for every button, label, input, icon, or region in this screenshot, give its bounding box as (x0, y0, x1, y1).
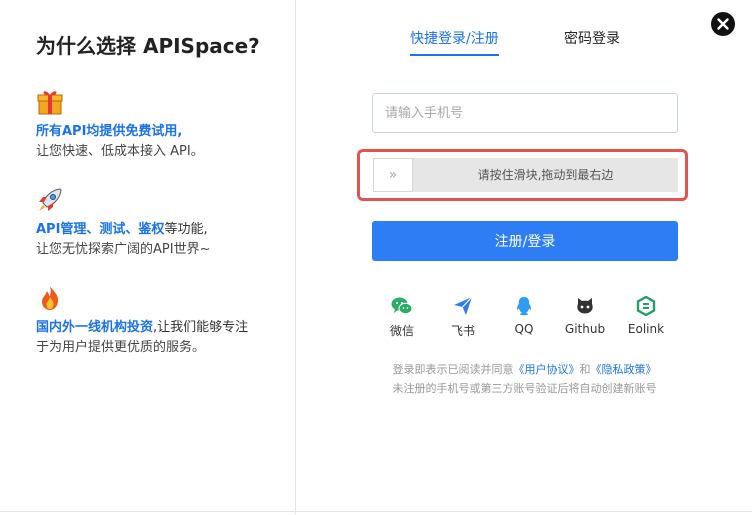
terms-prefix: 登录即表示已阅读并同意 (392, 363, 514, 376)
feature-subtext: 让您无忧探索广阔的API世界~ (36, 242, 211, 257)
github-icon (577, 298, 593, 314)
feature-text: 等功能, (164, 222, 208, 237)
social-label: 飞书 (450, 324, 475, 338)
feature-item-investment: 国内外一线机构投资,让我们能够专注 于为用户提供更优质的服务。 (36, 284, 286, 358)
close-button[interactable] (711, 12, 735, 36)
user-agreement-link[interactable]: 《用户协议》 (514, 363, 580, 376)
feature-subtext: 于为用户提供更优质的服务。 (36, 340, 206, 355)
phone-input[interactable] (372, 93, 678, 133)
social-label: Eolink (627, 322, 665, 336)
terms-notice: 登录即表示已阅读并同意《用户协议》和《隐私政策》 未注册的手机号或第三方账号验证… (297, 360, 752, 398)
feature-highlight: 国内外一线机构投资 (36, 320, 154, 335)
feishu-icon (454, 296, 473, 315)
terms-and: 和 (579, 363, 591, 376)
rocket-icon (39, 188, 62, 211)
feature-highlight: API管理、测试、鉴权 (36, 222, 165, 237)
qq-icon (517, 297, 531, 316)
feature-highlight: 所有API均提供免费试用, (36, 124, 183, 139)
tab-password-login[interactable]: 密码登录 (564, 30, 620, 54)
feature-item-free-trial: 所有API均提供免费试用, 让您快速、低成本接入 API。 (36, 88, 286, 162)
social-login-eolink[interactable]: Eolink (616, 296, 676, 336)
left-title: 为什么选择 APISpace? (36, 34, 260, 58)
social-login-github[interactable]: Github (555, 296, 615, 336)
terms-auto-register: 未注册的手机号或第三方账号验证后将自动创建新账号 (392, 382, 657, 395)
feature-subtext: 让您快速、低成本接入 API。 (36, 144, 204, 159)
close-icon (717, 18, 729, 30)
login-tabs: 快捷登录/注册 密码登录 (297, 30, 752, 60)
gift-icon (37, 91, 63, 115)
privacy-policy-link[interactable]: 《隐私政策》 (591, 363, 657, 376)
social-label: 微信 (389, 324, 414, 338)
slider-instruction: 请按住滑块,拖动到最右边 (477, 168, 614, 182)
eolink-icon (636, 296, 656, 316)
tab-quick-login[interactable]: 快捷登录/注册 (410, 30, 499, 56)
feature-text: ,让我们能够专注 (153, 320, 249, 335)
left-panel: 为什么选择 APISpace? 所有API均提供免费试用, 让您快速、低成本接入… (0, 0, 296, 514)
slider-handle[interactable]: » (373, 158, 413, 192)
login-modal: 为什么选择 APISpace? 所有API均提供免费试用, 让您快速、低成本接入… (0, 0, 752, 514)
fire-icon (42, 286, 59, 310)
divider (0, 511, 752, 515)
social-label: QQ (514, 322, 534, 336)
register-login-button[interactable]: 注册/登录 (372, 221, 678, 261)
wechat-icon (391, 297, 413, 315)
social-login-qq[interactable]: QQ (494, 296, 554, 336)
slider-captcha-track[interactable]: » 请按住滑块,拖动到最右边 (373, 158, 678, 192)
feature-item-api-management: API管理、测试、鉴权等功能, 让您无忧探索广阔的API世界~ (36, 186, 286, 260)
social-login-feishu[interactable]: 飞书 (433, 296, 493, 339)
social-label: Github (564, 322, 606, 336)
social-login-wechat[interactable]: 微信 (372, 296, 432, 339)
slider-captcha-highlight: » 请按住滑块,拖动到最右边 (357, 149, 688, 201)
